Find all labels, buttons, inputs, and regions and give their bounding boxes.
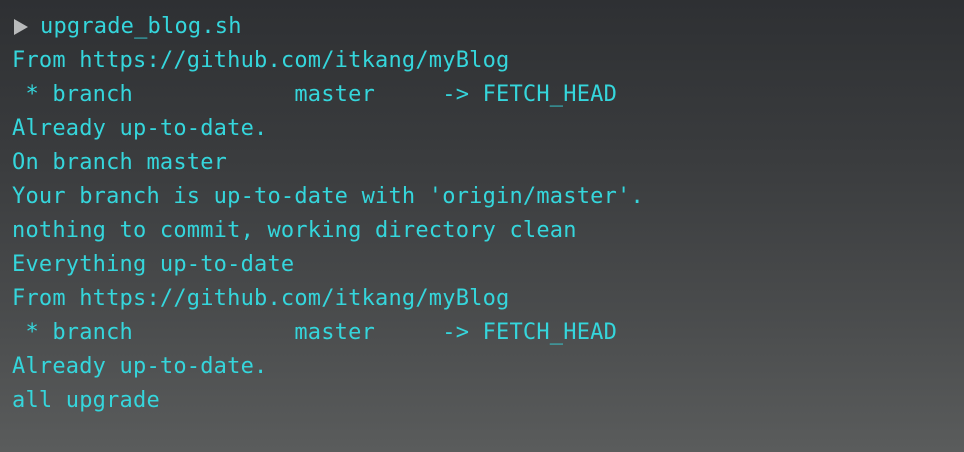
output-line: * branch master -> FETCH_HEAD: [12, 320, 618, 345]
output-line: On branch master: [12, 150, 228, 175]
command-prompt-line: upgrade_blog.sh: [12, 10, 964, 44]
output-line: From https://github.com/itkang/myBlog: [12, 48, 510, 73]
output-line: Already up-to-date.: [12, 116, 268, 141]
output-line: all upgrade: [12, 388, 160, 413]
output-line: * branch master -> FETCH_HEAD: [12, 82, 618, 107]
terminal-window: upgrade_blog.sh From https://github.com/…: [0, 0, 964, 452]
output-line: Your branch is up-to-date with 'origin/m…: [12, 184, 644, 209]
terminal-output: From https://github.com/itkang/myBlog * …: [12, 44, 964, 418]
output-line: From https://github.com/itkang/myBlog: [12, 286, 510, 311]
play-triangle-icon: [14, 19, 28, 35]
output-line: nothing to commit, working directory cle…: [12, 218, 577, 243]
command-text: upgrade_blog.sh: [40, 14, 242, 39]
output-line: Already up-to-date.: [12, 354, 268, 379]
output-line: Everything up-to-date: [12, 252, 295, 277]
